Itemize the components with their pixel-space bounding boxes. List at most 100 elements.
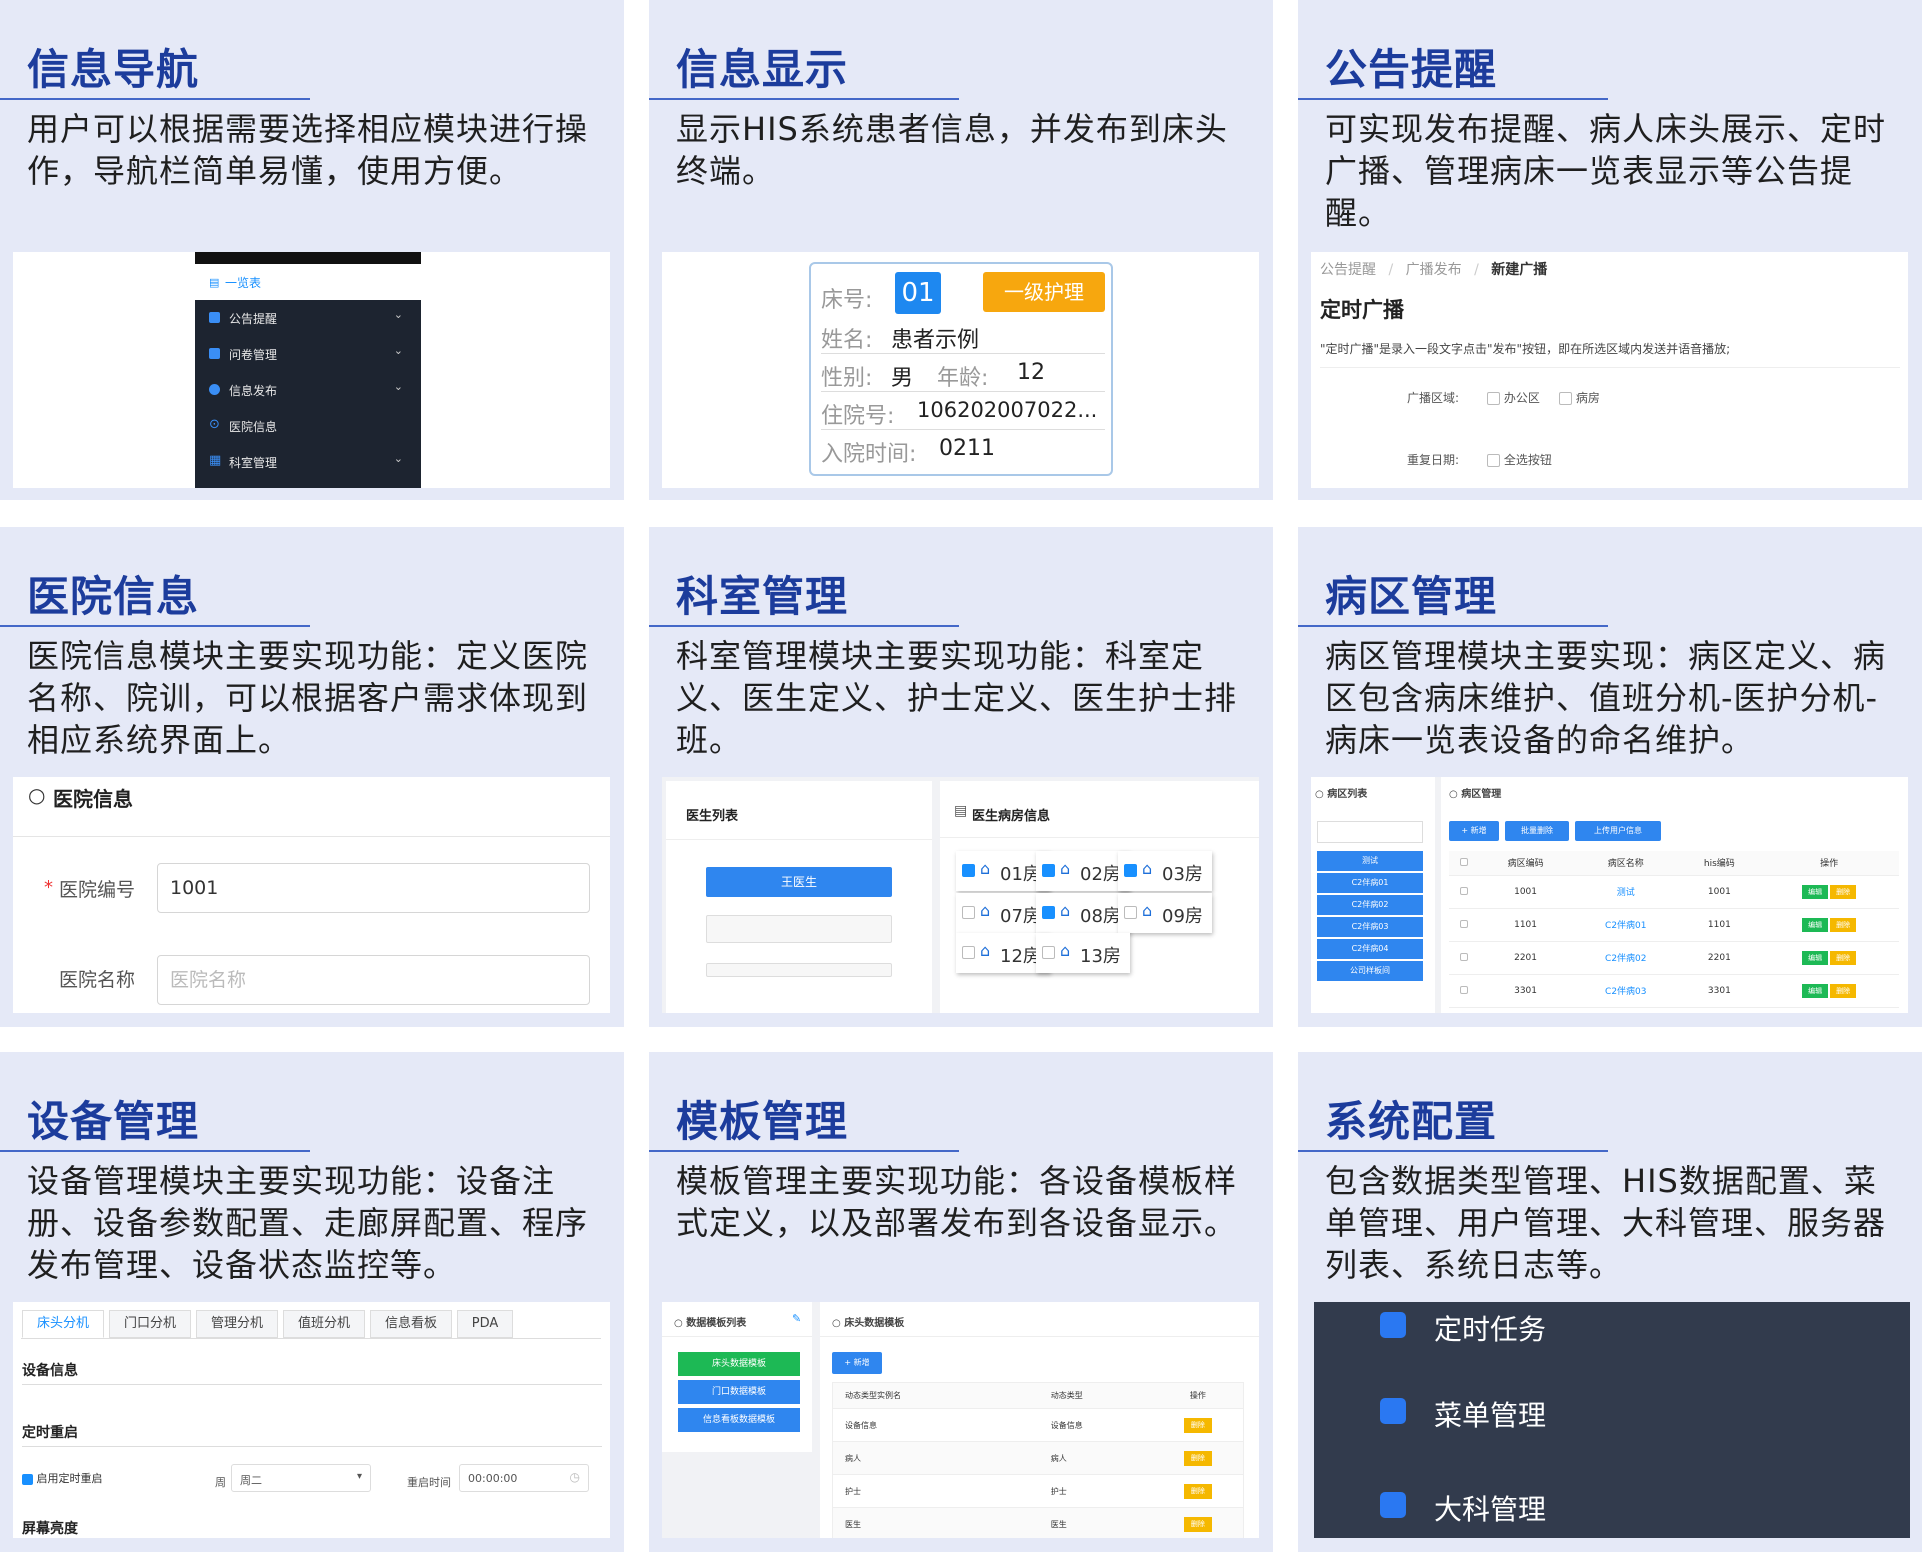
area-option-ward[interactable]: 病房 [1559,389,1600,406]
checkbox[interactable] [1460,858,1468,867]
delete-button[interactable]: 删除 [1183,1516,1212,1532]
sidebar-item-survey[interactable]: 问卷管理 ⌄ [195,336,421,372]
ward-list-item[interactable]: C2伴病04 [1317,939,1423,959]
room-item[interactable]: ⌂ 09房 [1118,893,1212,933]
ward-list-item[interactable]: 公司样板间 [1317,961,1423,981]
panel-title-text: 病区管理 [1461,789,1502,800]
inpatient-no: 106202007022... [917,398,1098,422]
batch-delete-button[interactable]: 批量删除 [1505,821,1569,841]
hospital-name-input[interactable]: 医院名称 [157,955,590,1005]
checkbox[interactable] [1487,454,1500,467]
ward-list-item[interactable]: 测试 [1317,851,1423,871]
checkbox[interactable] [1559,392,1572,405]
checkbox[interactable] [1460,920,1468,928]
care-level-badge: 一级护理 [983,272,1105,312]
ward-search-input[interactable] [1317,821,1423,843]
sidebar-item-department[interactable]: ▦ 科室管理 ⌄ [195,444,421,480]
sidebar-item-notice[interactable]: 公告提醒 ⌄ [195,300,421,336]
room-item[interactable]: ⌂ 08房 [1036,893,1130,933]
tab-device-3[interactable]: 值班分机 [283,1310,365,1338]
doctor-item-placeholder[interactable] [706,915,892,943]
card-title: 信息导航 [27,45,200,94]
section-title: 屏幕亮度 [22,1521,78,1537]
doctor-item-placeholder[interactable] [706,963,892,977]
room-item[interactable]: ⌂ 02房 [1036,851,1130,891]
checkbox[interactable] [1124,906,1137,919]
header-cell: 病区名称 [1572,851,1680,876]
cell-actions: 删除 [1152,1408,1244,1442]
checkbox[interactable] [1460,887,1468,895]
add-button[interactable]: + 新增 [1449,821,1499,841]
cell-ward-name[interactable]: C2伴病02 [1572,941,1680,975]
tab-device-0[interactable]: 床头分机 [22,1310,104,1338]
delete-button[interactable]: 删除 [1830,983,1857,998]
checkbox[interactable] [1487,392,1500,405]
delete-button[interactable]: 删除 [1183,1450,1212,1466]
edit-button[interactable]: 编辑 [1802,950,1829,965]
checkbox[interactable] [22,1473,33,1485]
edit-button[interactable]: 编辑 [1802,884,1829,899]
checkbox[interactable] [1042,906,1055,919]
cell-ward-name[interactable]: C2伴病03 [1572,974,1680,1008]
breadcrumb-item[interactable]: 公告提醒 [1320,262,1376,278]
department-screenshot: 医生列表 王医生 ▤ 医生病房信息 ⌂ 01房 ⌂ 02房 ⌂ 03房 ⌂ 07房 ⌂ 08房 ⌂ 0… [662,777,1259,1013]
sidebar-item-overview[interactable]: ▤ 一览表 [195,264,421,300]
doctor-item-selected[interactable]: 王医生 [706,867,892,897]
menu-item-department-group[interactable]: 大科管理 [1434,1488,1546,1528]
menu-item-menu-management[interactable]: 菜单管理 [1434,1394,1546,1434]
delete-button[interactable]: 删除 [1830,950,1857,965]
sidebar-item-publish[interactable]: 信息发布 ⌄ [195,372,421,408]
sidebar-item-hospital[interactable]: ⊙ 医院信息 [195,408,421,444]
room-item[interactable]: ⌂ 13房 [1036,933,1130,973]
tab-device-2[interactable]: 管理分机 [196,1310,278,1338]
table-header-row: 病区编码 病区名称 his编码 操作 [1449,851,1899,876]
area-option-office[interactable]: 办公区 [1487,389,1540,406]
ward-list-item[interactable]: C2伴病02 [1317,895,1423,915]
cell-instance-name: 医生 [832,1507,1051,1538]
checkbox[interactable] [1124,864,1137,877]
delete-button[interactable]: 删除 [1183,1483,1212,1499]
checkbox[interactable] [962,864,975,877]
checkbox[interactable] [1042,946,1055,959]
tab-device-4[interactable]: 信息看板 [370,1310,452,1338]
tab-device-5[interactable]: PDA [457,1310,513,1338]
restart-time-input[interactable]: 00:00:00 ◷ [459,1464,589,1492]
edit-button[interactable]: 编辑 [1802,917,1829,932]
delete-button[interactable]: 删除 [1830,917,1857,932]
checkbox[interactable] [1460,953,1468,961]
cell-dynamic-type: 病人 [1050,1441,1153,1475]
breadcrumb-item[interactable]: 广播发布 [1406,262,1462,278]
table-row: 3301 C2伴病03 3301 编辑 删除 [1449,974,1899,1008]
upload-user-button[interactable]: 上传用户信息 [1575,821,1661,841]
menu-item-scheduled-task[interactable]: 定时任务 [1434,1308,1546,1348]
template-item-selected[interactable]: 床头数据模板 [678,1352,800,1376]
checkbox[interactable] [962,946,975,959]
add-button[interactable]: + 新增 [832,1352,882,1374]
tab-device-1[interactable]: 门口分机 [109,1310,191,1338]
week-select[interactable]: 周二 ▾ [231,1464,371,1492]
option-label: 病房 [1575,391,1600,405]
checkbox[interactable] [962,906,975,919]
checkbox[interactable] [1460,986,1468,994]
edit-button[interactable]: 编辑 [1802,983,1829,998]
section-title: 设备信息 [22,1363,78,1379]
checkbox[interactable] [1042,864,1055,877]
ward-list-item[interactable]: C2伴病01 [1317,873,1423,893]
delete-button[interactable]: 删除 [1183,1417,1212,1433]
header-cell: 操作 [1759,851,1899,876]
enable-restart-checkbox[interactable]: 启用定时重启 [22,1470,103,1486]
cell-ward-name[interactable]: 测试 [1572,875,1680,909]
cell-ward-name[interactable]: C2伴病01 [1572,908,1680,942]
room-item[interactable]: ⌂ 03房 [1118,851,1212,891]
hospital-code-input[interactable]: 1001 [157,863,590,913]
ward-list-item[interactable]: C2伴病03 [1317,917,1423,937]
template-item[interactable]: 门口数据模板 [678,1380,800,1404]
ward-table: 病区编码 病区名称 his编码 操作 1001 测试 1001 编辑 删除 1101 C2伴… [1449,851,1899,1008]
delete-button[interactable]: 删除 [1830,884,1857,899]
title-divider [1298,625,1608,627]
title-divider [0,625,310,627]
patient-sex-age-row: 性别: 男 年龄: 12 [821,354,1105,392]
template-item[interactable]: 信息看板数据模板 [678,1408,800,1432]
edit-icon[interactable]: ✎ [792,1312,801,1325]
repeat-option-all[interactable]: 全选按钮 [1487,451,1552,468]
